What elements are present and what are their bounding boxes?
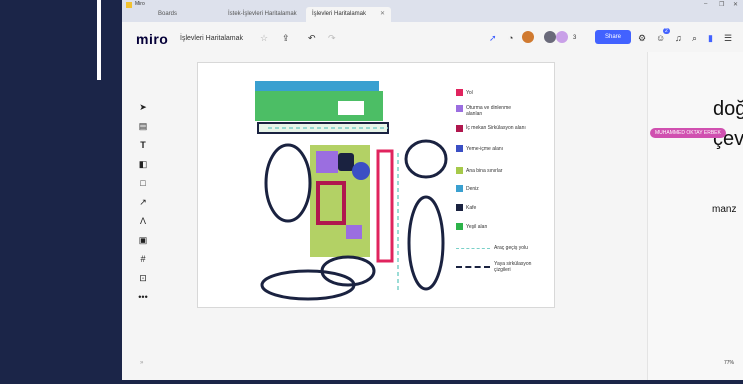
legend-swatch	[456, 125, 463, 132]
zoom-level[interactable]: 77%	[724, 360, 734, 366]
upload-icon[interactable]: ⊡	[134, 271, 152, 285]
function-map-board[interactable]: Yol Oturma ve dinlenme alanları İç mekan…	[197, 62, 555, 308]
sticky-note-icon[interactable]: ◧	[134, 157, 152, 171]
close-window-icon[interactable]: ✕	[733, 1, 738, 8]
legend-dash	[456, 248, 490, 249]
sketch-outline	[407, 195, 445, 291]
star-icon[interactable]: ☆	[260, 33, 268, 44]
legend-swatch	[456, 105, 463, 112]
sketch-outline	[320, 255, 376, 287]
decor-bar	[97, 0, 101, 80]
pen-icon[interactable]: Λ	[134, 214, 152, 228]
redo-icon[interactable]: ↷	[328, 33, 336, 44]
legend-label: Deniz	[466, 186, 479, 192]
screen: Miro Boards İstek-İşlevleri Haritalamak ✕…	[122, 0, 743, 380]
more-icon[interactable]: •••	[134, 290, 152, 304]
board-name[interactable]: İşlevleri Haritalamak	[180, 35, 243, 42]
select-arrow-icon[interactable]: ➚	[489, 33, 497, 44]
legend-label: Yaya sirkülasyon çizgileri	[494, 261, 532, 273]
legend-swatch	[456, 89, 463, 96]
dining-area	[352, 162, 370, 180]
avatar[interactable]	[544, 31, 556, 43]
search-icon[interactable]: ⌕	[692, 33, 697, 44]
bar-chart-icon[interactable]: ▮	[708, 33, 713, 44]
tab-bar: Miro Boards İstek-İşlevleri Haritalamak ✕…	[122, 0, 743, 22]
legend-label: Kafe	[466, 205, 477, 211]
close-icon[interactable]: ✕	[380, 11, 385, 17]
shape-icon[interactable]: □	[134, 176, 152, 190]
right-frame[interactable]: doğ çev manz	[647, 52, 743, 380]
collaborator-count: 3	[573, 35, 577, 41]
select-cursor-icon[interactable]: ➤	[134, 100, 152, 114]
reactions-icon[interactable]: ☺	[656, 33, 665, 43]
comment-icon[interactable]: ▣	[134, 233, 152, 247]
legend-label: İç mekan Sirkülasyon alanı	[466, 125, 526, 131]
collapse-chevron-icon[interactable]: »	[140, 360, 143, 366]
share-export-icon[interactable]: ⇪	[282, 33, 290, 44]
share-button[interactable]: Share	[595, 30, 631, 44]
legend-label: Yeşil alan	[466, 224, 488, 230]
notification-badge: 2	[663, 28, 670, 34]
legend-label: Araç geçiş yolu	[494, 245, 528, 251]
undo-icon[interactable]: ↶	[308, 33, 316, 44]
legend-swatch	[456, 167, 463, 174]
frame-text: doğ	[713, 98, 743, 120]
sketch-outline	[404, 139, 448, 179]
legend-swatch	[456, 185, 463, 192]
legend-label: Oturma ve dinlenme alanları	[466, 105, 512, 117]
left-panel	[0, 0, 120, 384]
maximize-icon[interactable]: ❐	[719, 1, 724, 8]
tab-label: Boards	[158, 11, 178, 17]
settings-sliders-icon[interactable]: ⚙	[638, 33, 646, 44]
tab-islevleri[interactable]: İşlevleri Haritalamak ✕	[306, 7, 392, 22]
sketch-outline	[264, 143, 312, 223]
avatar[interactable]	[556, 31, 568, 43]
seating-area	[316, 151, 338, 173]
avatar[interactable]	[522, 31, 534, 43]
share-label: Share	[604, 34, 621, 40]
board-toolbar: miro İşlevleri Haritalamak ☆ ⇪ ↶ ↷ ➚ ◔ 3…	[122, 22, 743, 54]
cafe-area	[338, 101, 364, 115]
notes-icon[interactable]: ☰	[724, 33, 732, 44]
frame-icon[interactable]: #	[134, 252, 152, 266]
tab-label: İşlevleri Haritalamak	[312, 11, 367, 17]
window-title: Miro	[135, 1, 145, 7]
bell-icon[interactable]: ♫	[675, 33, 682, 43]
legend-swatch	[456, 223, 463, 230]
frame-text: manz	[712, 204, 737, 215]
legend-label: Yeme-içme alanı	[466, 146, 504, 152]
seating-area-2	[346, 225, 362, 239]
legend-label: Ana bina sınırlar	[466, 168, 503, 174]
legend-label: Yol	[466, 90, 473, 96]
miro-logo[interactable]: miro	[136, 31, 168, 47]
line-icon[interactable]: ↗	[134, 195, 152, 209]
cafe-block	[338, 153, 354, 171]
road-path	[376, 149, 394, 263]
text-icon[interactable]: T	[134, 138, 152, 152]
sea-area	[255, 81, 379, 91]
timer-icon[interactable]: ◔	[508, 33, 513, 43]
template-icon[interactable]: ▤	[134, 119, 152, 133]
tab-boards[interactable]: Boards	[152, 7, 183, 22]
legend-dash	[456, 266, 490, 268]
minimize-icon[interactable]: –	[704, 1, 707, 7]
tab-label: İstek-İşlevleri Haritalamak	[228, 11, 297, 17]
collaborator-cursor-tag: MUHAMMED OKTAY ERBEK	[650, 128, 726, 138]
miro-app-icon	[126, 2, 132, 8]
legend-swatch	[456, 204, 463, 211]
legend-swatch	[456, 145, 463, 152]
